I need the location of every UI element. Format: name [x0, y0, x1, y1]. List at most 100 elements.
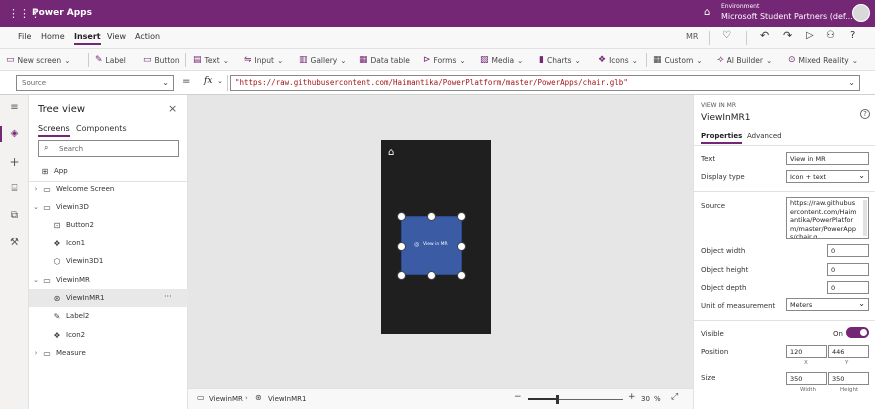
control-type-label: VIEW IN MR	[701, 102, 737, 109]
forms-button[interactable]: ⊳ Forms ⌄	[423, 54, 466, 66]
tab-components[interactable]: Components	[76, 124, 127, 133]
close-icon[interactable]: ×	[168, 102, 177, 115]
menu-file[interactable]: File	[18, 32, 31, 41]
object-height-input[interactable]: 0	[827, 263, 869, 276]
unit-of-measurement-dropdown[interactable]: Meters ⌄	[786, 298, 869, 311]
resize-handle[interactable]	[397, 271, 406, 280]
layers-icon[interactable]: ◈	[0, 128, 29, 139]
redo-icon[interactable]: ↷	[783, 29, 792, 42]
tab-advanced[interactable]: Advanced	[747, 132, 782, 140]
help-icon[interactable]: ?	[860, 109, 870, 119]
control-name[interactable]: ViewInMR1	[701, 113, 750, 123]
size-height-input[interactable]: 350	[828, 372, 869, 385]
chevron-right-icon[interactable]: ›	[31, 349, 41, 357]
fit-to-window-icon[interactable]: ⤢	[671, 392, 678, 402]
tree-item-app[interactable]: ⊞ App	[29, 162, 188, 180]
help-icon[interactable]: ?	[850, 30, 855, 41]
app-checker-icon[interactable]: ♡	[722, 30, 731, 41]
object-width-input[interactable]: 0	[827, 244, 869, 257]
new-screen-button[interactable]: ▭ New screen ⌄	[6, 54, 71, 66]
home-icon[interactable]: ⌂	[388, 147, 394, 158]
resize-handle[interactable]	[457, 271, 466, 280]
resize-handle[interactable]	[457, 242, 466, 251]
position-y-input[interactable]: 446	[828, 345, 869, 358]
resize-handle[interactable]	[427, 212, 436, 221]
zoom-slider[interactable]	[528, 395, 623, 404]
gallery-button[interactable]: ▥ Gallery ⌄	[299, 54, 347, 66]
text-button[interactable]: ▤ Text ⌄	[193, 54, 229, 66]
tab-properties[interactable]: Properties	[701, 132, 743, 144]
tree-item-icon1[interactable]: ❖ Icon1	[29, 234, 188, 252]
zoom-slider-thumb[interactable]	[556, 395, 559, 404]
menu-view[interactable]: View	[107, 32, 126, 41]
chevron-down-icon[interactable]: ⌄	[31, 276, 41, 284]
breadcrumb-control[interactable]: ViewInMR1	[268, 395, 306, 403]
size-width-input[interactable]: 350	[786, 372, 827, 385]
source-input[interactable]: https://raw.githubusercontent.com/Haiman…	[786, 197, 869, 239]
tree-item-measure[interactable]: › ▭ Measure	[29, 344, 188, 362]
data-table-button[interactable]: ▦ Data table	[359, 54, 410, 66]
tree-item-label2[interactable]: ✎ Label2	[29, 307, 188, 325]
plus-icon[interactable]: +	[0, 155, 29, 169]
phone-screen[interactable]: ⌂ ◎ View in MR	[381, 140, 491, 334]
icon-control-icon: ❖	[53, 238, 61, 248]
resize-handle[interactable]	[427, 271, 436, 280]
breadcrumb-screen[interactable]: ViewinMR	[209, 395, 243, 403]
environment-name[interactable]: Microsoft Student Partners (def...	[721, 12, 853, 21]
input-button[interactable]: ⇋ Input ⌄	[244, 54, 283, 66]
divider	[185, 53, 186, 67]
resize-handle[interactable]	[457, 212, 466, 221]
environment-icon[interactable]: ⌂	[704, 7, 710, 18]
design-canvas[interactable]: ⌂ ◎ View in MR	[188, 95, 693, 388]
menu-insert[interactable]: Insert	[74, 32, 101, 45]
tools-icon[interactable]: ⚒	[0, 237, 29, 248]
display-type-dropdown[interactable]: Icon + text ⌄	[786, 170, 869, 183]
view-in-mr-button[interactable]: ◎ View in MR	[401, 216, 462, 275]
search-input[interactable]: ⌕ Search	[38, 140, 179, 157]
tree-item-viewin3d1[interactable]: ⬡ Viewin3D1	[29, 252, 188, 270]
media-icon[interactable]: ⧉	[0, 210, 29, 221]
tree-item-welcome-screen[interactable]: › ▭ Welcome Screen	[29, 180, 188, 198]
zoom-out-button[interactable]: −	[514, 392, 522, 402]
chevron-down-icon[interactable]: ⌄	[31, 203, 41, 211]
new-screen-label: New screen	[17, 55, 62, 65]
tree-item-icon2[interactable]: ❖ Icon2	[29, 326, 188, 344]
tab-screens[interactable]: Screens	[38, 124, 70, 137]
custom-button[interactable]: ▦ Custom ⌄	[653, 54, 703, 66]
charts-button[interactable]: ▮ Charts ⌄	[539, 54, 581, 66]
undo-icon[interactable]: ↶	[760, 29, 769, 42]
fx-icon: fx	[204, 76, 213, 86]
menu-home[interactable]: Home	[41, 32, 65, 41]
divider	[646, 53, 647, 67]
text-prop-input[interactable]: View in MR	[786, 152, 869, 165]
resize-handle[interactable]	[397, 242, 406, 251]
formula-input[interactable]: "https://raw.githubusercontent.com/Haima…	[230, 75, 860, 91]
mixed-reality-button[interactable]: ⊙ Mixed Reality ⌄	[788, 54, 858, 66]
ai-builder-button[interactable]: ⟢ AI Builder ⌄	[717, 54, 772, 66]
database-icon[interactable]: ⌸	[0, 183, 29, 194]
play-icon[interactable]: ▷	[806, 30, 814, 41]
chevron-right-icon[interactable]: ›	[31, 185, 41, 193]
resize-handle[interactable]	[397, 212, 406, 221]
hamburger-icon[interactable]: ≡	[0, 102, 29, 113]
button-button[interactable]: ▭ Button	[143, 54, 180, 66]
icons-button[interactable]: ❖ Icons ⌄	[598, 54, 638, 66]
more-options-icon[interactable]: ···	[164, 292, 172, 301]
visible-toggle[interactable]	[846, 327, 869, 338]
avatar[interactable]	[852, 4, 870, 22]
position-x-input[interactable]: 120	[786, 345, 827, 358]
scrollbar[interactable]	[863, 200, 867, 236]
zoom-in-button[interactable]: +	[628, 392, 636, 402]
media-button[interactable]: ▨ Media ⌄	[480, 54, 523, 66]
tree-item-viewinmr1[interactable]: ⊛ ViewInMR1 ···	[29, 289, 188, 307]
label-button[interactable]: ✎ Label	[95, 54, 126, 66]
user-initials[interactable]: MR	[686, 32, 698, 41]
menu-action[interactable]: Action	[135, 32, 160, 41]
user-icon[interactable]: ⚇	[826, 30, 835, 41]
object-depth-input[interactable]: 0	[827, 281, 869, 294]
tree-item-button2[interactable]: ⊡ Button2	[29, 216, 188, 234]
property-dropdown[interactable]: Source ⌄	[16, 75, 174, 91]
tree-item-viewinmr[interactable]: ⌄ ▭ ViewinMR	[29, 271, 188, 289]
tree-item-viewin3d[interactable]: ⌄ ▭ Viewin3D	[29, 198, 188, 216]
fx-button[interactable]: fx ⌄	[198, 75, 228, 91]
